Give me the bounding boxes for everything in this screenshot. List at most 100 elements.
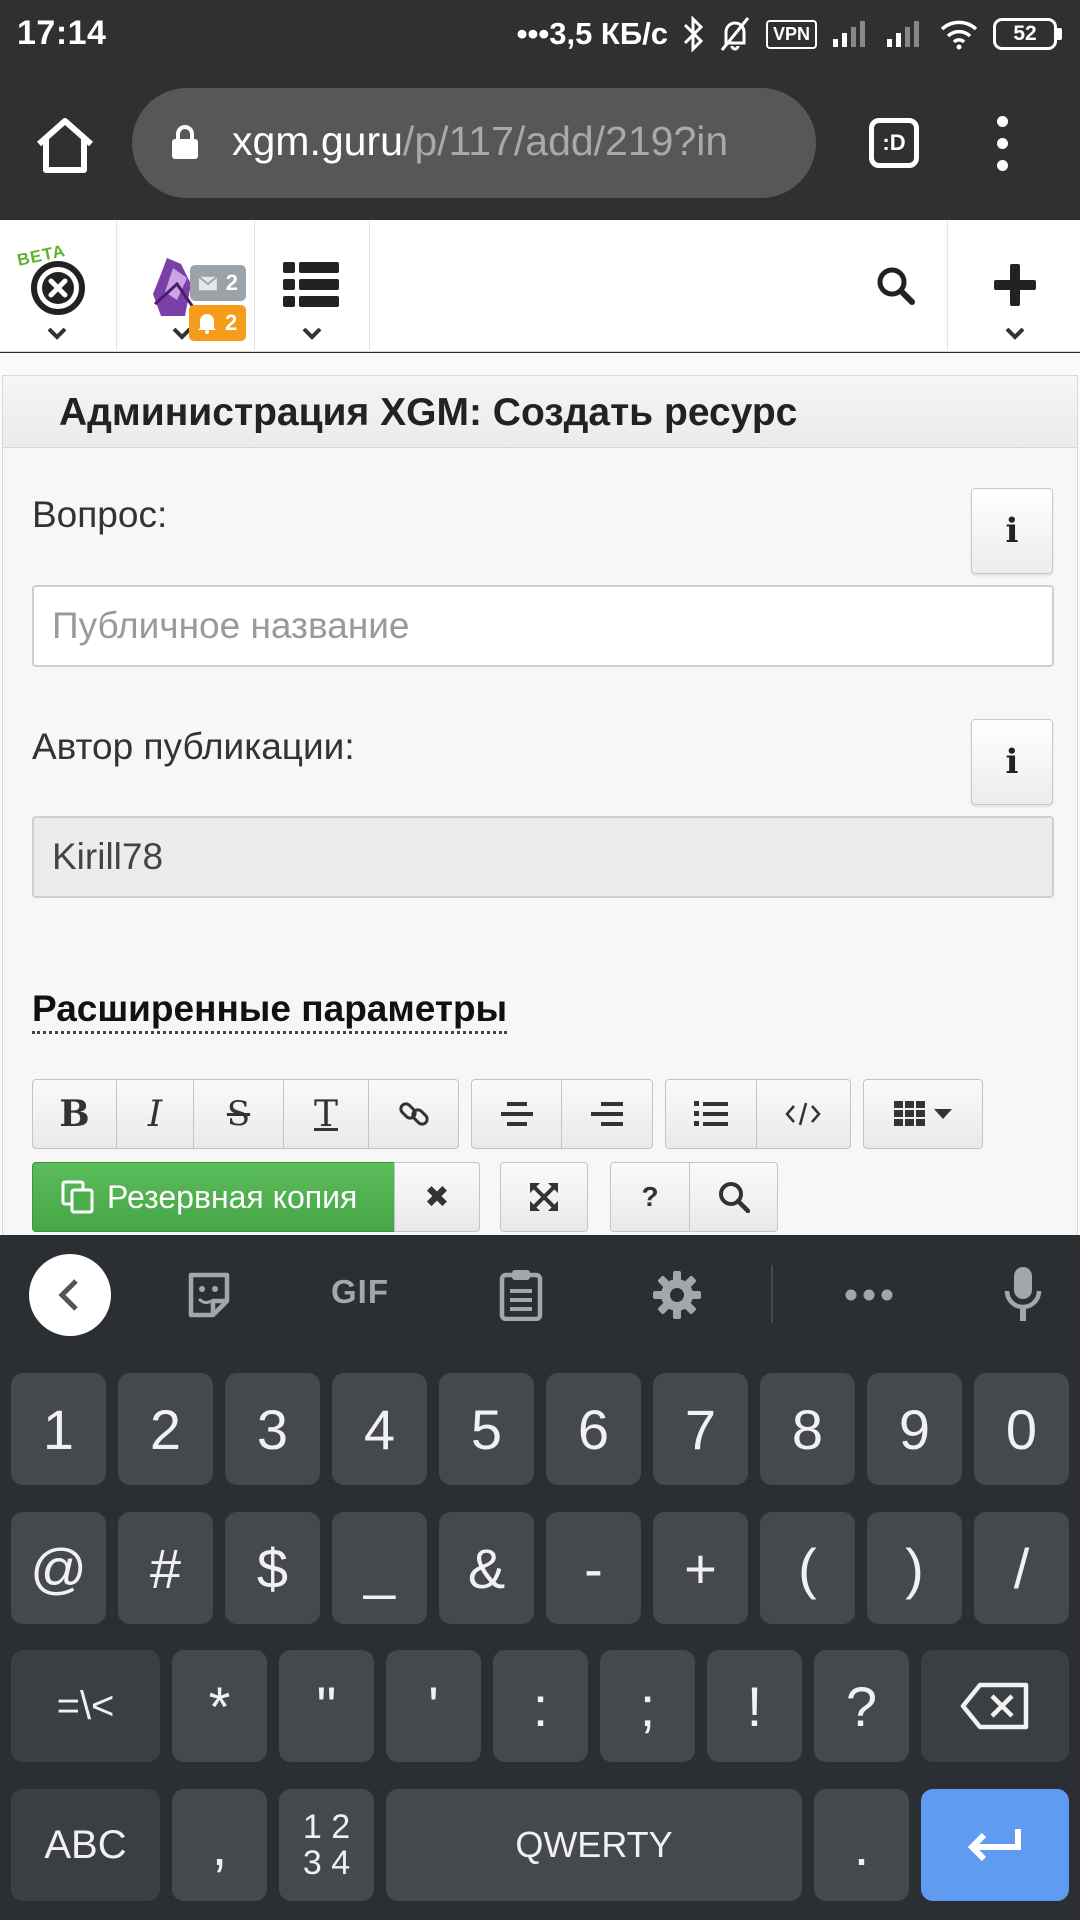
mail-badge[interactable]: 2: [190, 265, 246, 301]
backspace-icon: [960, 1682, 1029, 1730]
key-colon[interactable]: :: [493, 1650, 588, 1762]
key-slash[interactable]: /: [974, 1512, 1069, 1624]
key-at[interactable]: @: [11, 1512, 106, 1624]
key-exclamation[interactable]: !: [707, 1650, 802, 1762]
key-6[interactable]: 6: [546, 1373, 641, 1485]
key-dollar[interactable]: $: [225, 1512, 320, 1624]
key-single-quote[interactable]: ': [386, 1650, 481, 1762]
key-1[interactable]: 1: [11, 1373, 106, 1485]
key-ampersand[interactable]: &: [439, 1512, 534, 1624]
site-header: BETA: [0, 220, 1080, 352]
battery-level: 52: [993, 18, 1057, 50]
signal-icon: [833, 21, 865, 47]
align-center-icon: [500, 1102, 533, 1126]
keyboard-back-button[interactable]: [29, 1254, 111, 1336]
overflow-menu-icon[interactable]: [990, 116, 1014, 172]
grid-icon: [894, 1101, 925, 1126]
enter-key[interactable]: [921, 1789, 1069, 1901]
key-period[interactable]: .: [814, 1789, 909, 1901]
key-semicolon[interactable]: ;: [600, 1650, 695, 1762]
status-icons: •••3,5 КБ/с VPN 52: [517, 12, 1062, 56]
page-content: Администрация XGM: Создать ресурс Вопрос…: [0, 353, 1080, 1235]
search-text-button[interactable]: [690, 1163, 777, 1231]
address-bar[interactable]: xgm.guru/p/117/add/219?in: [132, 88, 816, 198]
caret-down-icon: [934, 1109, 952, 1119]
author-info-button[interactable]: i: [971, 719, 1053, 805]
key-plus[interactable]: +: [653, 1512, 748, 1624]
more-dots-icon[interactable]: [845, 1289, 893, 1301]
close-icon[interactable]: ✖: [395, 1163, 479, 1231]
speed-text: 3,5 КБ/с: [549, 16, 668, 51]
align-center-button[interactable]: [472, 1080, 562, 1148]
search-icon[interactable]: [876, 266, 916, 306]
link-button[interactable]: [369, 1080, 458, 1148]
space-key[interactable]: QWERTY: [386, 1789, 802, 1901]
gif-button[interactable]: GIF: [331, 1273, 389, 1311]
key-8[interactable]: 8: [760, 1373, 855, 1485]
bold-button[interactable]: B: [33, 1080, 117, 1148]
author-input[interactable]: [32, 816, 1054, 898]
signal-icon-2: [887, 21, 919, 47]
bell-icon: [198, 314, 216, 334]
key-hash[interactable]: #: [118, 1512, 213, 1624]
grid-dropdown-button[interactable]: [864, 1080, 982, 1148]
backup-close-button[interactable]: ✖: [394, 1162, 480, 1232]
text-size-button[interactable]: T: [284, 1080, 369, 1148]
data-speed: •••3,5 КБ/с: [516, 16, 668, 51]
more-tools-dropdown[interactable]: [863, 1079, 983, 1149]
bullet-list-button[interactable]: [666, 1080, 757, 1148]
advanced-params-link[interactable]: Расширенные параметры: [32, 988, 508, 1034]
key-comma[interactable]: ,: [172, 1789, 267, 1901]
question-input[interactable]: [32, 585, 1054, 667]
list-icon: [283, 262, 339, 307]
battery-icon: 52: [993, 18, 1062, 50]
italic-button[interactable]: I: [117, 1080, 194, 1148]
key-3[interactable]: 3: [225, 1373, 320, 1485]
enter-arrow-icon: [967, 1829, 1021, 1862]
key-underscore[interactable]: _: [332, 1512, 427, 1624]
help-button[interactable]: ?: [611, 1163, 691, 1231]
key-more-symbols[interactable]: =\<: [11, 1650, 160, 1762]
key-close-paren[interactable]: ): [867, 1512, 962, 1624]
key-asterisk[interactable]: *: [172, 1650, 267, 1762]
fullscreen-button[interactable]: [500, 1162, 588, 1232]
clipboard-icon[interactable]: [498, 1267, 544, 1321]
question-info-button[interactable]: i: [971, 488, 1053, 574]
mute-bell-icon: [720, 17, 750, 51]
sticker-icon[interactable]: [185, 1271, 233, 1319]
key-double-quote[interactable]: ": [279, 1650, 374, 1762]
list-bullets-icon: [693, 1101, 728, 1126]
abc-key[interactable]: ABC: [11, 1789, 160, 1901]
expand-icon[interactable]: [501, 1163, 587, 1231]
home-icon[interactable]: [34, 116, 96, 174]
strikethrough-button[interactable]: S: [194, 1080, 284, 1148]
author-label: Автор публикации:: [32, 726, 355, 767]
numpad-key[interactable]: 1 2 3 4: [279, 1789, 374, 1901]
list-code-toolbar-group: [665, 1079, 851, 1149]
notification-badge[interactable]: 2: [189, 305, 246, 341]
site-logo-menu[interactable]: BETA: [0, 220, 117, 352]
chevron-left-icon: [58, 1279, 78, 1311]
align-right-button[interactable]: [562, 1080, 652, 1148]
key-2[interactable]: 2: [118, 1373, 213, 1485]
settings-gear-icon[interactable]: [652, 1270, 702, 1320]
page-title: Администрация XGM: Создать ресурс: [3, 376, 1077, 448]
backup-button[interactable]: Резервная копия: [32, 1162, 395, 1232]
key-7[interactable]: 7: [653, 1373, 748, 1485]
code-button[interactable]: [757, 1080, 850, 1148]
backspace-key[interactable]: [921, 1650, 1069, 1762]
tab-switcher-button[interactable]: :D: [869, 118, 919, 168]
key-4[interactable]: 4: [332, 1373, 427, 1485]
list-menu-button[interactable]: [255, 220, 370, 352]
microphone-icon[interactable]: [1003, 1265, 1043, 1323]
key-minus[interactable]: -: [546, 1512, 641, 1624]
key-open-paren[interactable]: (: [760, 1512, 855, 1624]
key-5[interactable]: 5: [439, 1373, 534, 1485]
add-menu-button[interactable]: [947, 220, 1080, 352]
key-question[interactable]: ?: [814, 1650, 909, 1762]
key-0[interactable]: 0: [974, 1373, 1069, 1485]
key-9[interactable]: 9: [867, 1373, 962, 1485]
wifi-icon: [940, 20, 978, 50]
url-text: xgm.guru/p/117/add/219?in: [232, 118, 802, 165]
fullscreen-icon: [530, 1183, 558, 1211]
